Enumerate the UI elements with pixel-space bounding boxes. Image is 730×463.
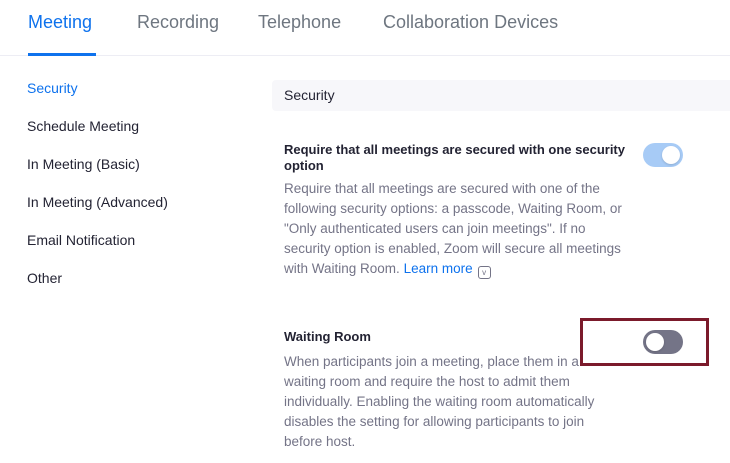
sidebar-item-in-meeting-advanced[interactable]: In Meeting (Advanced) — [27, 194, 168, 210]
tab-collaboration-devices[interactable]: Collaboration Devices — [383, 12, 558, 33]
tab-recording[interactable]: Recording — [137, 12, 219, 33]
tab-bar: Meeting Recording Telephone Collaboratio… — [0, 0, 730, 56]
setting-description: When participants join a meeting, place … — [284, 354, 595, 449]
learn-more-link[interactable]: Learn more — [404, 261, 473, 276]
sidebar-item-schedule-meeting[interactable]: Schedule Meeting — [27, 118, 139, 134]
sidebar-item-other[interactable]: Other — [27, 270, 62, 286]
section-header: Security — [272, 80, 730, 111]
active-tab-indicator — [28, 53, 96, 56]
tab-telephone[interactable]: Telephone — [258, 12, 341, 33]
sidebar-item-security[interactable]: Security — [27, 80, 78, 96]
setting-title: Require that all meetings are secured wi… — [284, 142, 625, 173]
highlight-annotation-box — [580, 318, 709, 366]
toggle-knob — [662, 146, 680, 164]
sidebar-item-in-meeting-basic[interactable]: In Meeting (Basic) — [27, 156, 140, 172]
security-option-toggle[interactable] — [643, 143, 683, 167]
setting-description: Require that all meetings are secured wi… — [284, 179, 624, 279]
info-icon[interactable]: v — [477, 266, 491, 279]
sidebar-item-email-notification[interactable]: Email Notification — [27, 232, 135, 248]
tab-meeting[interactable]: Meeting — [28, 12, 92, 33]
